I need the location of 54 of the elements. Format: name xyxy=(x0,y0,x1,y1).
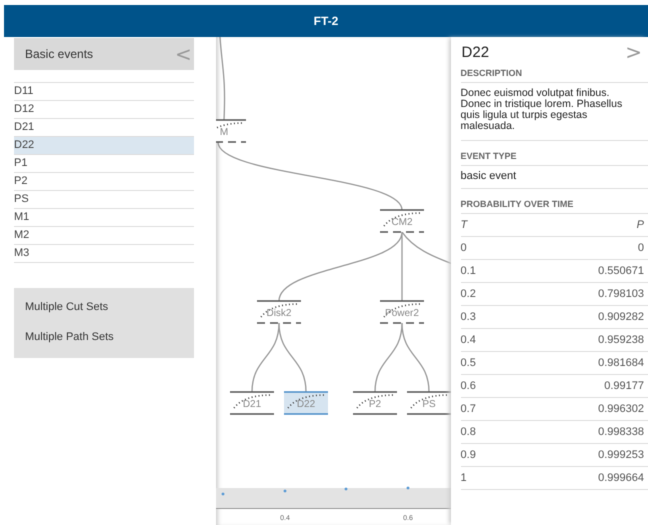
section-label: PROBABILITY OVER TIME xyxy=(460,189,648,214)
menu-link[interactable]: Multiple Cut Sets xyxy=(25,292,183,322)
tree-node[interactable]: P2 xyxy=(352,391,397,415)
table-cell-text: 0.2 xyxy=(460,287,476,302)
tree-node[interactable]: Disk2 xyxy=(256,300,301,324)
list-item[interactable]: M3 xyxy=(14,245,194,263)
connector-line xyxy=(374,322,402,392)
table-cell-text: 0.959238 xyxy=(598,333,644,348)
table-cell-text: 0.798103 xyxy=(598,287,644,302)
connector-line xyxy=(401,322,430,392)
list-item[interactable]: M2 xyxy=(14,227,194,245)
table-cell-text: 0 xyxy=(638,241,644,256)
table-cell-text: 0.9 xyxy=(460,448,476,463)
connector-line xyxy=(278,322,306,392)
table-cell-text: 0.1 xyxy=(460,264,476,279)
table-cell-text: 0.999253 xyxy=(598,448,644,463)
table-cell-text: 1 xyxy=(460,471,467,486)
table-cell-text: 0.999664 xyxy=(598,471,644,486)
tree-node[interactable]: PS xyxy=(406,391,451,415)
list-item[interactable]: M1 xyxy=(14,209,194,227)
table-cell-text: 0.5 xyxy=(460,356,476,371)
section-label: DESCRIPTION xyxy=(460,68,648,83)
list-item[interactable]: P1 xyxy=(14,155,194,173)
section-label: EVENT TYPE xyxy=(460,141,648,166)
list-item[interactable]: P2 xyxy=(14,173,194,191)
table-cell-text: 0.998338 xyxy=(598,425,644,440)
table-cell-text: 0.8 xyxy=(460,425,476,440)
window-title: FT-2 xyxy=(314,14,338,28)
event-title: D22 xyxy=(462,44,490,60)
menu-link[interactable]: Multiple Path Sets xyxy=(25,322,183,352)
tree-node[interactable]: D21 xyxy=(230,391,274,415)
list-item[interactable]: D11 xyxy=(14,83,194,101)
tree-node[interactable]: CM2 xyxy=(380,209,424,233)
table-cell-text: 0.7 xyxy=(460,402,476,417)
table-cell-text: 0.6 xyxy=(460,379,476,394)
table-cell-text: 0.981684 xyxy=(598,356,644,371)
column-header: T xyxy=(460,218,468,233)
table-cell-text: 0.909282 xyxy=(598,310,644,325)
table-cell-text: 0.3 xyxy=(460,310,476,325)
list-item[interactable]: PS xyxy=(14,191,194,209)
table-cell-text: 0 xyxy=(460,241,467,256)
description-text: Donec euismod volutpat finibus. Donec in tristique lorem. Phasellus quis ligula ut turpis egestas malesuada. xyxy=(460,83,648,141)
list-item[interactable]: D22 xyxy=(14,137,194,155)
table-cell-text: 0.550671 xyxy=(598,264,644,279)
panel-title: Basic events xyxy=(25,47,94,61)
table-cell-text: 0.996302 xyxy=(598,402,644,417)
tree-node[interactable]: M xyxy=(216,119,246,143)
column-header: P xyxy=(636,218,644,233)
list-item[interactable]: D12 xyxy=(14,101,194,119)
connector-line xyxy=(251,322,280,392)
tree-node[interactable]: Power2 xyxy=(380,300,424,324)
table-cell-text: 0.4 xyxy=(460,333,476,348)
table-cell-text: 0.99177 xyxy=(604,379,644,394)
event-type-value: basic event xyxy=(460,166,648,189)
